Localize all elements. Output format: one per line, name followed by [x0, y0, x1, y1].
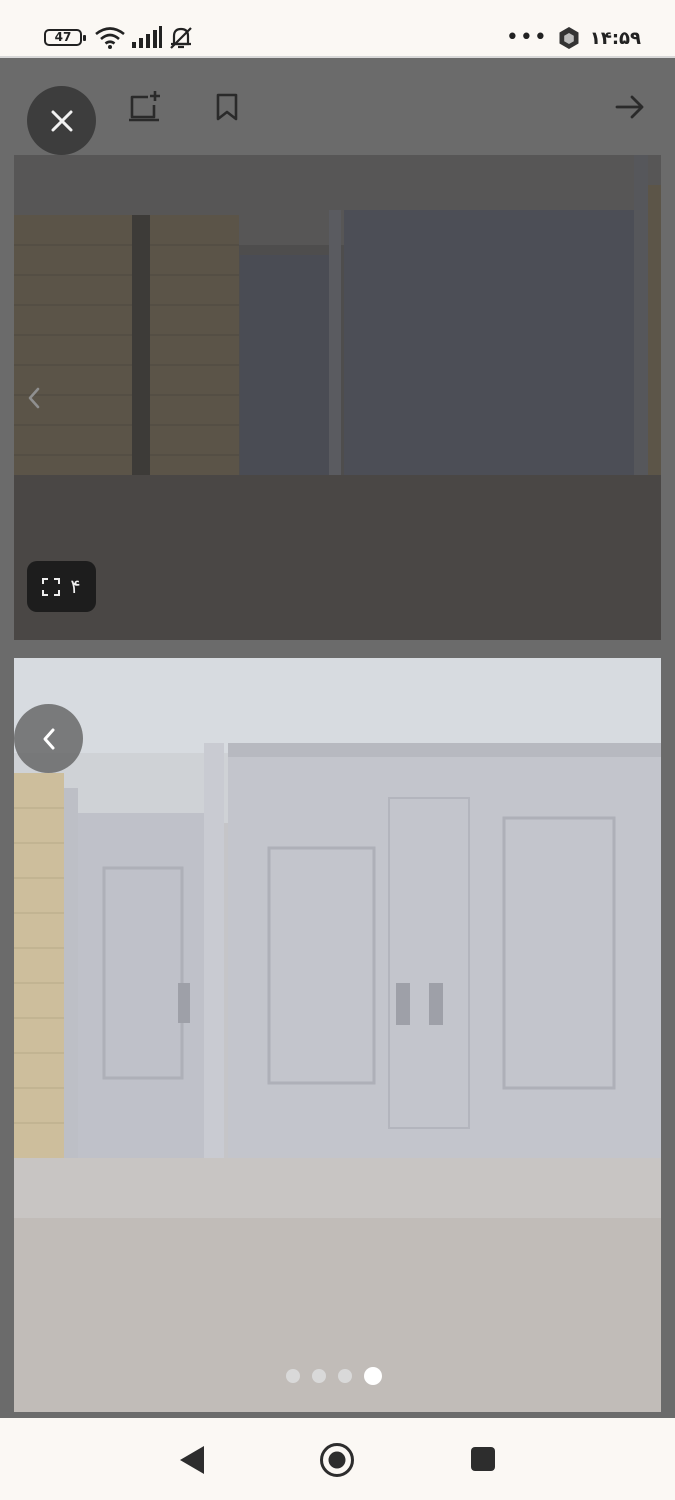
bookmark-icon[interactable] [214, 92, 240, 122]
compare-add-icon[interactable] [128, 89, 162, 123]
battery-icon: 47 [44, 29, 86, 46]
close-icon [51, 110, 72, 131]
mute-bell-icon [170, 27, 192, 49]
wifi-icon [95, 27, 125, 49]
expand-icon [42, 577, 61, 596]
close-button[interactable] [27, 86, 96, 155]
status-right-group: ••• ۱۴:۵۹ [506, 26, 641, 50]
battery-level: 47 [54, 30, 72, 44]
photo-count-badge[interactable]: ۴ [27, 561, 96, 612]
page-indicator [286, 1367, 382, 1385]
viewer-toolbar [0, 60, 675, 155]
gate-photo-art [14, 658, 661, 1412]
page-dot-active[interactable] [364, 1367, 382, 1385]
previous-photo-button[interactable] [14, 704, 83, 773]
gate-photo-main[interactable] [14, 658, 661, 1412]
photo-count-label: ۴ [70, 575, 81, 598]
page-dot[interactable] [312, 1369, 326, 1383]
app-hexagon-icon [559, 27, 579, 49]
gate-photo-dim-art [14, 155, 661, 640]
recents-square-icon[interactable] [470, 1446, 496, 1472]
system-nav-bar [0, 1418, 675, 1500]
page-dot[interactable] [338, 1369, 352, 1383]
status-bar: 47 ••• ۱۴:۵۹ [0, 0, 675, 58]
back-triangle-icon[interactable] [178, 1444, 206, 1476]
gate-photo-preview[interactable] [14, 155, 661, 640]
home-circle-icon[interactable] [319, 1442, 355, 1478]
chevron-left-icon[interactable] [24, 385, 44, 411]
overflow-dots: ••• [505, 25, 548, 50]
signal-icon [132, 26, 162, 48]
arrow-right-icon[interactable] [614, 92, 646, 122]
chevron-left-icon [43, 728, 54, 749]
page-dot[interactable] [286, 1369, 300, 1383]
clock: ۱۴:۵۹ [589, 27, 641, 49]
